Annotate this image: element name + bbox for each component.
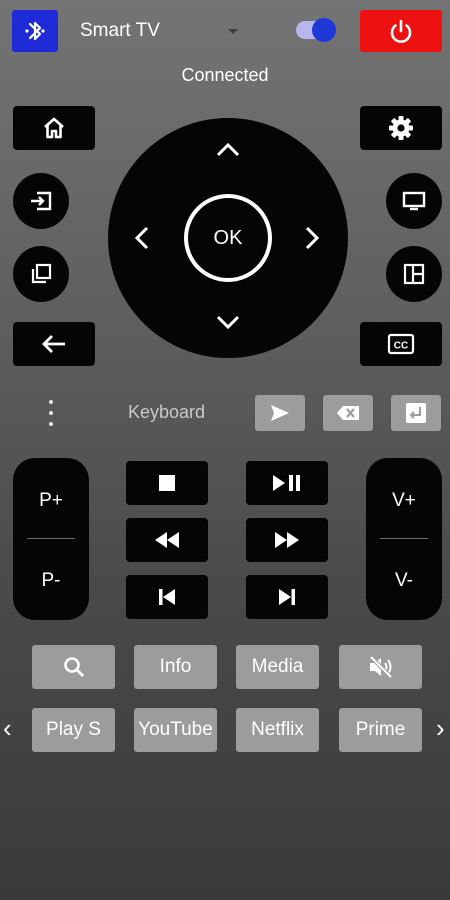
back-arrow-icon — [40, 332, 68, 356]
media-button[interactable]: Media — [236, 645, 319, 689]
play-pause-icon — [271, 474, 303, 492]
search-button[interactable] — [32, 645, 115, 689]
channel-rocker: P+ P- — [13, 458, 89, 620]
backspace-icon — [335, 404, 361, 422]
app-prime-button[interactable]: Prime — [339, 708, 422, 752]
input-source-button[interactable] — [13, 173, 69, 229]
captions-button[interactable]: CC — [360, 322, 442, 366]
home-button[interactable] — [13, 106, 95, 150]
dpad: OK — [108, 118, 348, 358]
fast-forward-button[interactable] — [246, 518, 328, 562]
apps-next-arrow[interactable]: › — [436, 713, 445, 744]
enter-button[interactable] — [391, 395, 441, 431]
volume-rocker: V+ V- — [366, 458, 442, 620]
device-selector[interactable]: Smart TV — [80, 20, 160, 42]
rewind-icon — [153, 531, 181, 549]
bluetooth-button[interactable] — [12, 10, 58, 52]
search-icon — [62, 655, 86, 679]
back-button[interactable] — [13, 322, 95, 366]
previous-button[interactable] — [126, 575, 208, 619]
dpad-up-button[interactable] — [214, 140, 242, 163]
dpad-left-button[interactable] — [132, 224, 150, 257]
more-options-icon[interactable] — [44, 400, 58, 426]
connection-status: Connected — [181, 65, 269, 85]
play-pause-button[interactable] — [246, 461, 328, 505]
dashboard-icon — [402, 262, 426, 286]
svg-text:CC: CC — [394, 341, 408, 352]
power-button[interactable] — [360, 10, 442, 52]
dpad-right-button[interactable] — [304, 224, 322, 257]
send-text-button[interactable] — [255, 395, 305, 431]
mute-icon — [367, 654, 395, 680]
channel-down-button[interactable]: P- — [13, 570, 89, 592]
info-button[interactable]: Info — [134, 645, 217, 689]
ok-button[interactable]: OK — [184, 194, 272, 282]
send-icon — [269, 403, 291, 423]
next-button[interactable] — [246, 575, 328, 619]
tv-icon — [401, 189, 427, 213]
copy-icon — [29, 262, 53, 286]
backspace-button[interactable] — [323, 395, 373, 431]
mute-button[interactable] — [339, 645, 422, 689]
skip-next-icon — [277, 588, 297, 606]
fast-forward-icon — [273, 531, 301, 549]
dpad-down-button[interactable] — [214, 314, 242, 337]
rewind-button[interactable] — [126, 518, 208, 562]
closed-captions-icon: CC — [387, 333, 415, 355]
tv-button[interactable] — [386, 173, 442, 229]
multiview-button[interactable] — [13, 246, 69, 302]
volume-up-button[interactable]: V+ — [366, 490, 442, 512]
stop-button[interactable] — [126, 461, 208, 505]
keyboard-label: Keyboard — [128, 402, 206, 422]
app-play-store-button[interactable]: Play S — [32, 708, 115, 752]
settings-button[interactable] — [360, 106, 442, 150]
layout-button[interactable] — [386, 246, 442, 302]
volume-down-button[interactable]: V- — [366, 570, 442, 592]
app-netflix-button[interactable]: Netflix — [236, 708, 319, 752]
bluetooth-icon — [24, 17, 46, 45]
connection-toggle[interactable] — [296, 18, 336, 42]
stop-icon — [158, 474, 176, 492]
chevron-down-icon — [216, 315, 240, 330]
apps-prev-arrow[interactable]: ‹ — [3, 713, 12, 744]
channel-up-button[interactable]: P+ — [13, 490, 89, 512]
gear-icon — [387, 114, 415, 142]
home-icon — [41, 115, 67, 141]
enter-icon — [405, 402, 427, 424]
chevron-up-icon — [216, 142, 240, 157]
skip-previous-icon — [157, 588, 177, 606]
app-youtube-button[interactable]: YouTube — [134, 708, 217, 752]
input-icon — [28, 189, 54, 213]
power-icon — [387, 17, 415, 45]
chevron-right-icon — [305, 226, 320, 250]
dropdown-arrow-icon[interactable] — [228, 29, 238, 34]
chevron-left-icon — [134, 226, 149, 250]
